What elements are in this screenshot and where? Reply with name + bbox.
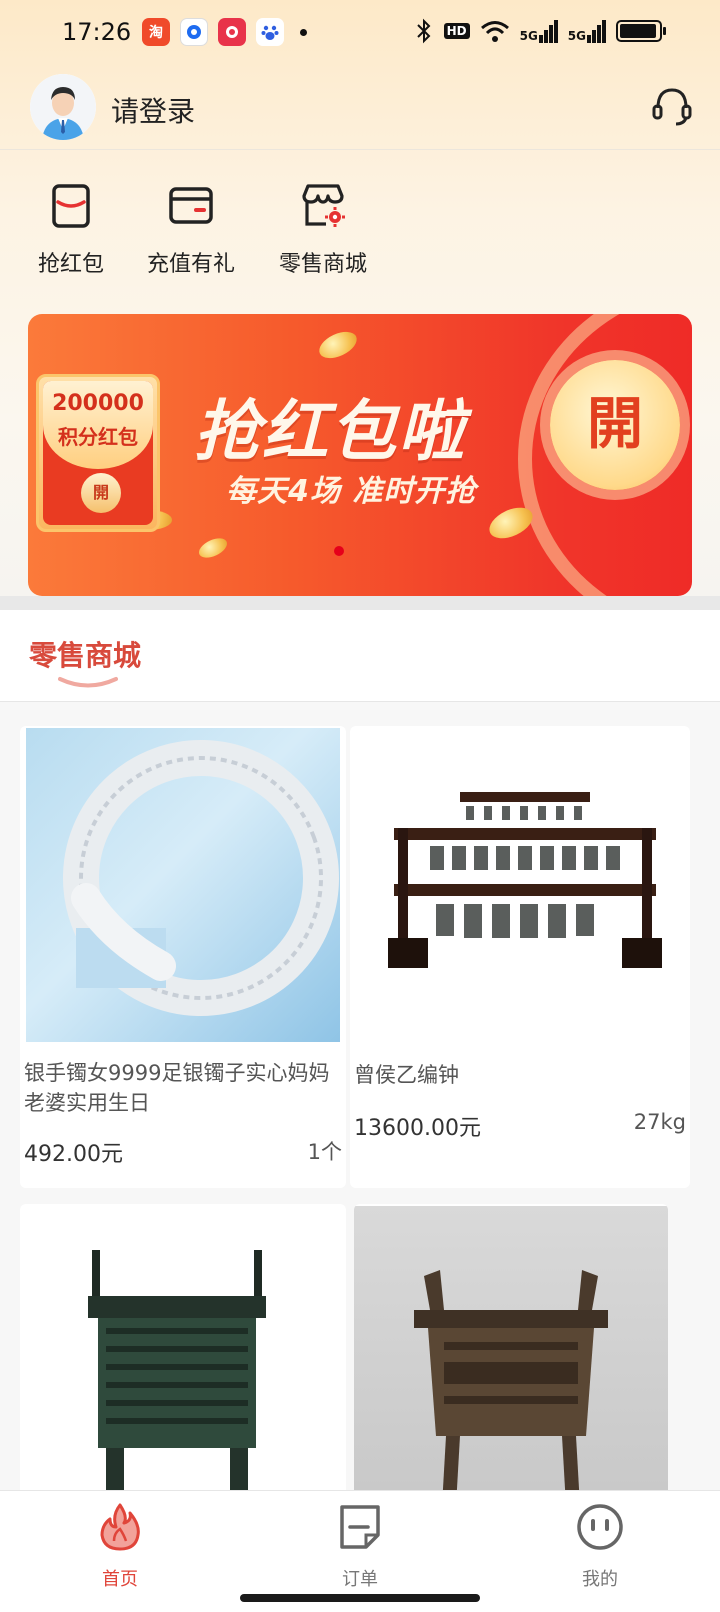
taobao-app-icon: 淘	[142, 18, 170, 46]
status-bar: 17:26 淘 HD 5G 5G	[0, 0, 720, 66]
quick-item-recharge[interactable]: 充值有礼	[126, 180, 256, 278]
bluetooth-icon	[416, 18, 430, 44]
section-divider	[0, 596, 720, 610]
product-grid: 银手镯女9999足银镯子实心妈妈老婆实用生日 492.00元 1个 曾侯乙编钟	[0, 702, 720, 1494]
baidu-app-icon	[256, 18, 284, 46]
blue-app-icon	[180, 18, 208, 46]
product-image-green-bronze-ding	[26, 1206, 340, 1494]
product-title: 曾侯乙编钟	[354, 1063, 459, 1087]
quick-item-grab-red-envelope[interactable]: 抢红包	[6, 180, 136, 278]
product-card[interactable]	[20, 1204, 346, 1494]
banner-open-button[interactable]: 開	[550, 360, 680, 490]
quick-item-label: 零售商城	[278, 252, 367, 277]
status-indicators: HD 5G 5G	[414, 18, 666, 44]
tab-label: 订单	[342, 1569, 378, 1590]
weibo-app-icon	[218, 18, 246, 46]
points-envelope: 200000 积分红包 開	[36, 374, 160, 532]
banner-title: 抢红包啦	[194, 393, 466, 470]
product-quantity: 1个	[307, 1140, 342, 1164]
quick-menu: 抢红包 充值有礼 零售商城	[0, 180, 720, 290]
tab-profile[interactable]: 我的	[540, 1501, 660, 1591]
store-icon	[302, 184, 345, 227]
more-notifications-dot	[300, 28, 307, 36]
signal-2-icon: 5G	[568, 19, 606, 43]
tab-orders[interactable]: 订单	[300, 1501, 420, 1591]
product-image-bronze-ding-vessel	[354, 1206, 668, 1494]
product-price: 492.00元	[24, 1142, 123, 1167]
envelope-amount: 200000	[52, 391, 144, 416]
login-prompt[interactable]: 请登录	[111, 90, 195, 130]
envelope-subtitle: 积分红包	[58, 425, 138, 449]
quick-item-retail-mall[interactable]: 零售商城	[258, 180, 388, 278]
wallet-icon	[169, 187, 213, 224]
document-icon	[340, 1505, 380, 1549]
section-header: 零售商城	[0, 610, 720, 702]
home-indicator[interactable]	[240, 1594, 480, 1602]
banner-subtitle: 每天4场 准时开抢	[226, 474, 477, 509]
quick-item-label: 抢红包	[37, 252, 104, 277]
hd-voice-badge: HD	[443, 23, 470, 39]
product-title: 银手镯女9999足银镯子实心妈妈老婆实用生日	[24, 1061, 330, 1115]
tab-home[interactable]: 首页	[60, 1501, 180, 1591]
flame-icon	[100, 1503, 140, 1551]
product-image-bronze-chime-bells	[354, 728, 684, 1038]
section-title-underline	[58, 677, 118, 688]
red-envelope-icon	[52, 184, 90, 228]
promo-banner[interactable]: 200000 积分红包 開 抢红包啦 每天4场 准时开抢 開	[28, 314, 692, 596]
product-card[interactable]	[354, 1204, 668, 1494]
quick-item-label: 充值有礼	[146, 252, 235, 277]
smiley-icon	[577, 1504, 623, 1550]
section-title: 零售商城	[29, 639, 142, 672]
wifi-icon	[480, 21, 509, 42]
customer-service-icon[interactable]	[648, 82, 696, 130]
product-price: 13600.00元	[354, 1116, 481, 1141]
product-image-silver-bracelet	[26, 728, 340, 1042]
coin-decoration	[315, 326, 361, 364]
signal-1-icon: 5G	[520, 19, 558, 43]
status-time: 17:26	[62, 18, 132, 46]
envelope-open-badge: 開	[81, 473, 121, 513]
tab-label: 我的	[582, 1569, 618, 1590]
user-avatar[interactable]	[30, 74, 96, 140]
product-card[interactable]: 银手镯女9999足银镯子实心妈妈老婆实用生日 492.00元 1个	[20, 726, 346, 1188]
banner-page-indicator	[334, 546, 344, 556]
product-weight: 27kg	[633, 1110, 686, 1134]
product-card[interactable]: 曾侯乙编钟 13600.00元 27kg	[350, 726, 690, 1188]
notification-icons: 淘	[142, 18, 307, 46]
tab-label: 首页	[102, 1569, 138, 1590]
battery-icon	[616, 20, 666, 42]
coin-decoration	[196, 534, 230, 562]
user-header: 请登录	[0, 70, 720, 150]
